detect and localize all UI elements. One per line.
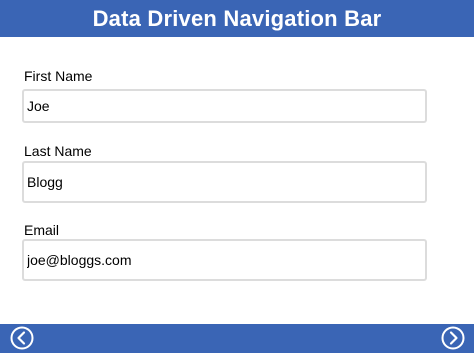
last-name-field[interactable] [22,161,427,203]
first-name-field[interactable] [22,89,427,123]
page-title: Data Driven Navigation Bar [92,5,382,31]
last-name-label: Last Name [24,143,92,159]
title-bar: Data Driven Navigation Bar [0,0,474,37]
email-label: Email [24,222,60,238]
back-button[interactable] [10,326,34,350]
first-name-label: First Name [24,68,93,84]
navigation-bar [0,324,474,353]
app-window: Data Driven Navigation Bar First Name La… [0,0,474,353]
email-field[interactable] [22,239,427,281]
forward-button[interactable] [441,326,465,350]
chevron-left-circle-icon [10,326,34,350]
chevron-right-circle-icon [441,326,465,350]
